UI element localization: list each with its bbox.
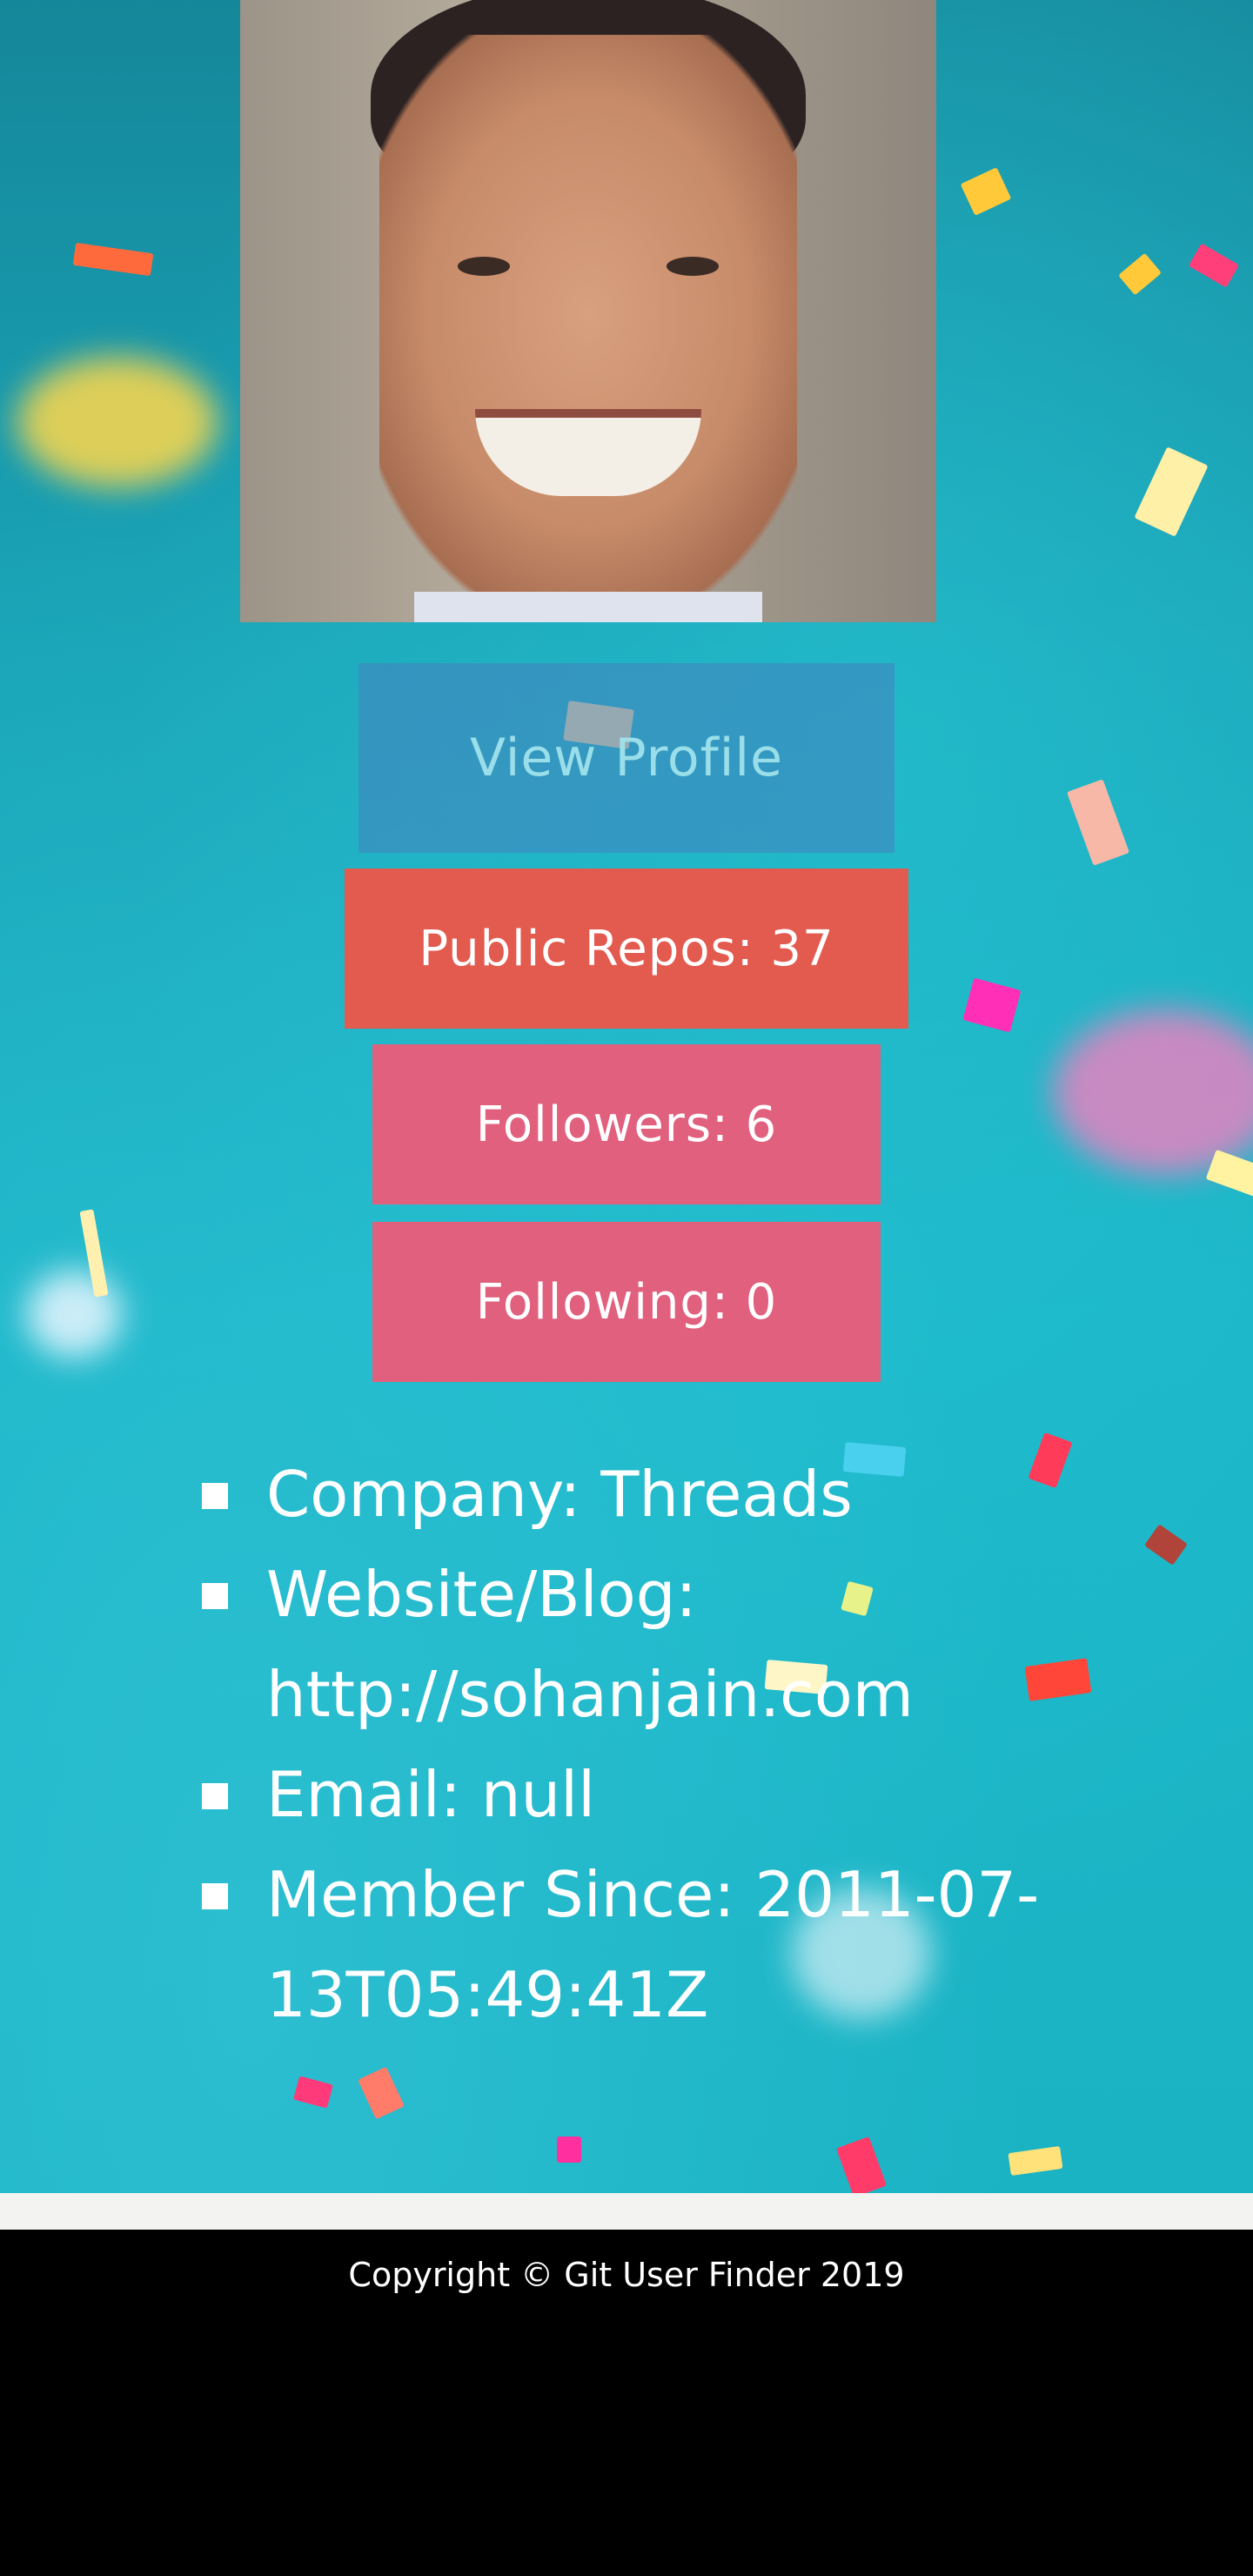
user-details-list: Company: Threads Website/Blog: http://so… [202,1445,1072,2045]
confetti-piece [557,2137,581,2163]
avatar-eye-right [667,257,719,276]
following-badge: Following: 0 [372,1222,881,1382]
detail-company-text: Company: Threads [266,1458,853,1531]
confetti-blur-decoration [1053,1010,1253,1175]
confetti-piece [1118,252,1162,296]
user-avatar [240,0,936,622]
detail-website: Website/Blog: http://sohanjain.com [202,1545,1072,1745]
bullet-square-icon [202,1483,228,1509]
confetti-piece [962,977,1022,1033]
confetti-blur-decoration [17,357,218,487]
bullet-square-icon [202,1883,228,1909]
bullet-square-icon [202,1583,228,1609]
detail-email: Email: null [202,1745,1072,1845]
avatar-shirt [414,592,762,622]
confetti-piece [1144,1524,1188,1566]
confetti-piece [72,242,154,277]
detail-company: Company: Threads [202,1445,1072,1545]
avatar-eye-left [458,257,510,276]
confetti-piece [835,2136,888,2193]
detail-member-since: Member Since: 2011-07-13T05:49:41Z [202,1845,1072,2045]
confetti-piece [293,2076,333,2109]
public-repos-badge: Public Repos: 37 [345,869,908,1029]
confetti-piece [960,167,1012,216]
confetti-piece [1188,243,1240,288]
confetti-piece [1134,446,1209,537]
followers-badge: Followers: 6 [372,1044,881,1204]
avatar-face [379,35,797,592]
view-profile-button[interactable]: View Profile [358,663,895,853]
confetti-blur-decoration [26,1271,122,1358]
detail-email-text: Email: null [266,1758,596,1831]
footer-divider [0,2193,1253,2230]
bullet-square-icon [202,1783,228,1809]
detail-member-since-text: Member Since: 2011-07-13T05:49:41Z [266,1858,1040,2031]
footer-copyright: Copyright © Git User Finder 2019 [348,2256,905,2294]
confetti-piece [1008,2145,1063,2177]
detail-website-text: Website/Blog: http://sohanjain.com [266,1558,914,1731]
profile-hero-background: View Profile Public Repos: 37 Followers:… [0,0,1253,2193]
confetti-piece [1205,1149,1253,1197]
confetti-piece [1066,779,1130,866]
confetti-piece [358,2066,405,2120]
